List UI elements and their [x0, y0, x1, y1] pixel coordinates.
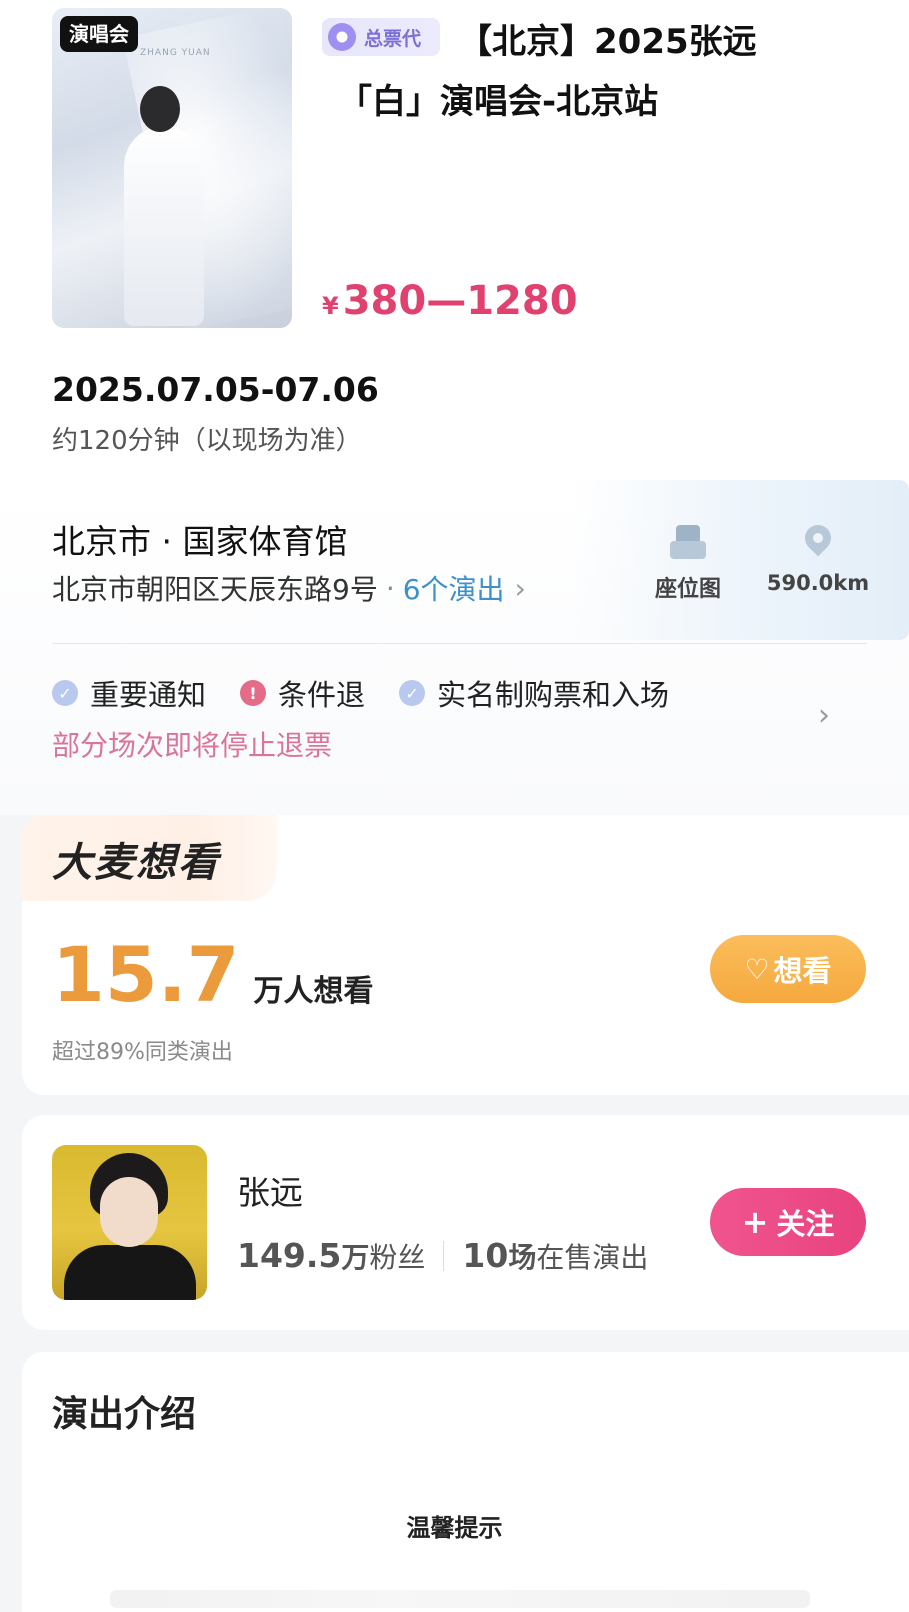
event-duration: 约120分钟（以现场为准）	[52, 426, 362, 456]
artist-shows-label: 在售演出	[536, 1241, 649, 1274]
flower-logo-icon	[328, 23, 356, 51]
address-separator: ·	[385, 571, 395, 605]
artist-fans-label: 粉丝	[369, 1241, 426, 1274]
follow-button[interactable]: + 关注	[710, 1188, 866, 1256]
artist-avatar[interactable]	[52, 1145, 207, 1300]
section-divider	[52, 643, 867, 644]
exclamation-circle-icon: !	[240, 680, 267, 706]
artist-name[interactable]: 张远	[237, 1166, 303, 1214]
notices-row[interactable]: ✓ 重要通知 ! 条件退 ✓ 实名制购票和入场	[52, 672, 703, 714]
intro-section-title: 演出介绍	[52, 1394, 197, 1435]
event-poster[interactable]: ZHANG YUAN	[52, 8, 292, 328]
seat-map-button[interactable]: 座位图	[640, 525, 736, 603]
check-circle-icon: ✓	[399, 680, 426, 706]
poster-figure-head	[140, 86, 180, 132]
want-title-text: 大麦想看	[52, 840, 220, 886]
notice-real-name: ✓ 实名制购票和入场	[399, 672, 669, 714]
poster-category-tag: 演唱会	[60, 16, 138, 52]
price-range: ¥ 380—1280	[322, 278, 578, 324]
chevron-right-icon: ›	[514, 571, 526, 605]
stats-separator	[443, 1241, 445, 1271]
currency-symbol: ¥	[322, 292, 339, 320]
follow-button-label: 关注	[776, 1207, 835, 1241]
want-count: 15.7 万人想看	[52, 930, 374, 1019]
check-circle-icon: ✓	[52, 680, 78, 706]
event-date: 2025.07.05-07.06	[52, 370, 379, 409]
general-agent-badge: 总票代	[322, 18, 440, 56]
venue-shows-link[interactable]: 6个演出	[403, 568, 505, 608]
distance-label: 590.0km	[766, 571, 870, 595]
artist-shows-count: 10	[462, 1236, 509, 1275]
want-count-number: 15.7	[52, 930, 240, 1019]
location-pin-icon	[799, 519, 837, 561]
notice-important: ✓ 重要通知	[52, 672, 206, 714]
venue-address: 北京市朝阳区天辰东路9号	[52, 573, 378, 606]
notice-subtext: 部分场次即将停止退票	[52, 729, 333, 762]
venue-distance-button[interactable]: 590.0km	[762, 519, 874, 595]
artist-stats: 149.5 万 粉丝 10 场 在售演出	[237, 1236, 648, 1276]
notice-label: 条件退	[278, 678, 366, 712]
poster-figure-body	[124, 126, 204, 326]
want-button-label: 想看	[773, 954, 832, 988]
poster-script-text: ZHANG YUAN	[140, 48, 211, 58]
seat-map-label: 座位图	[654, 577, 721, 602]
want-subtext: 超过89%同类演出	[52, 1040, 233, 1065]
intro-text-cutoff	[110, 1590, 810, 1608]
plus-icon: +	[741, 1203, 769, 1241]
notice-label: 重要通知	[90, 678, 207, 712]
artist-shows-unit: 场	[508, 1241, 537, 1274]
artist-fans-unit: 万	[341, 1241, 370, 1274]
price-range-value: 380—1280	[342, 278, 578, 324]
venue-address-row[interactable]: 北京市朝阳区天辰东路9号 · 6个演出 ›	[52, 568, 526, 608]
heart-plus-icon: ♡	[744, 952, 770, 986]
seat-icon	[670, 525, 706, 559]
want-section-title: 大麦想看	[52, 830, 220, 888]
intro-tip-title: 温馨提示	[406, 1514, 503, 1542]
artist-fans-count: 149.5	[237, 1236, 342, 1275]
chevron-right-icon[interactable]: ›	[818, 698, 830, 733]
notice-label: 实名制购票和入场	[437, 678, 670, 712]
want-to-see-button[interactable]: ♡ 想看	[710, 935, 866, 1003]
notice-refund: ! 条件退	[240, 672, 365, 714]
agent-badge-label: 总票代	[364, 27, 422, 50]
venue-name[interactable]: 北京市 · 国家体育馆	[52, 515, 347, 563]
want-count-unit: 万人想看	[253, 974, 374, 1009]
